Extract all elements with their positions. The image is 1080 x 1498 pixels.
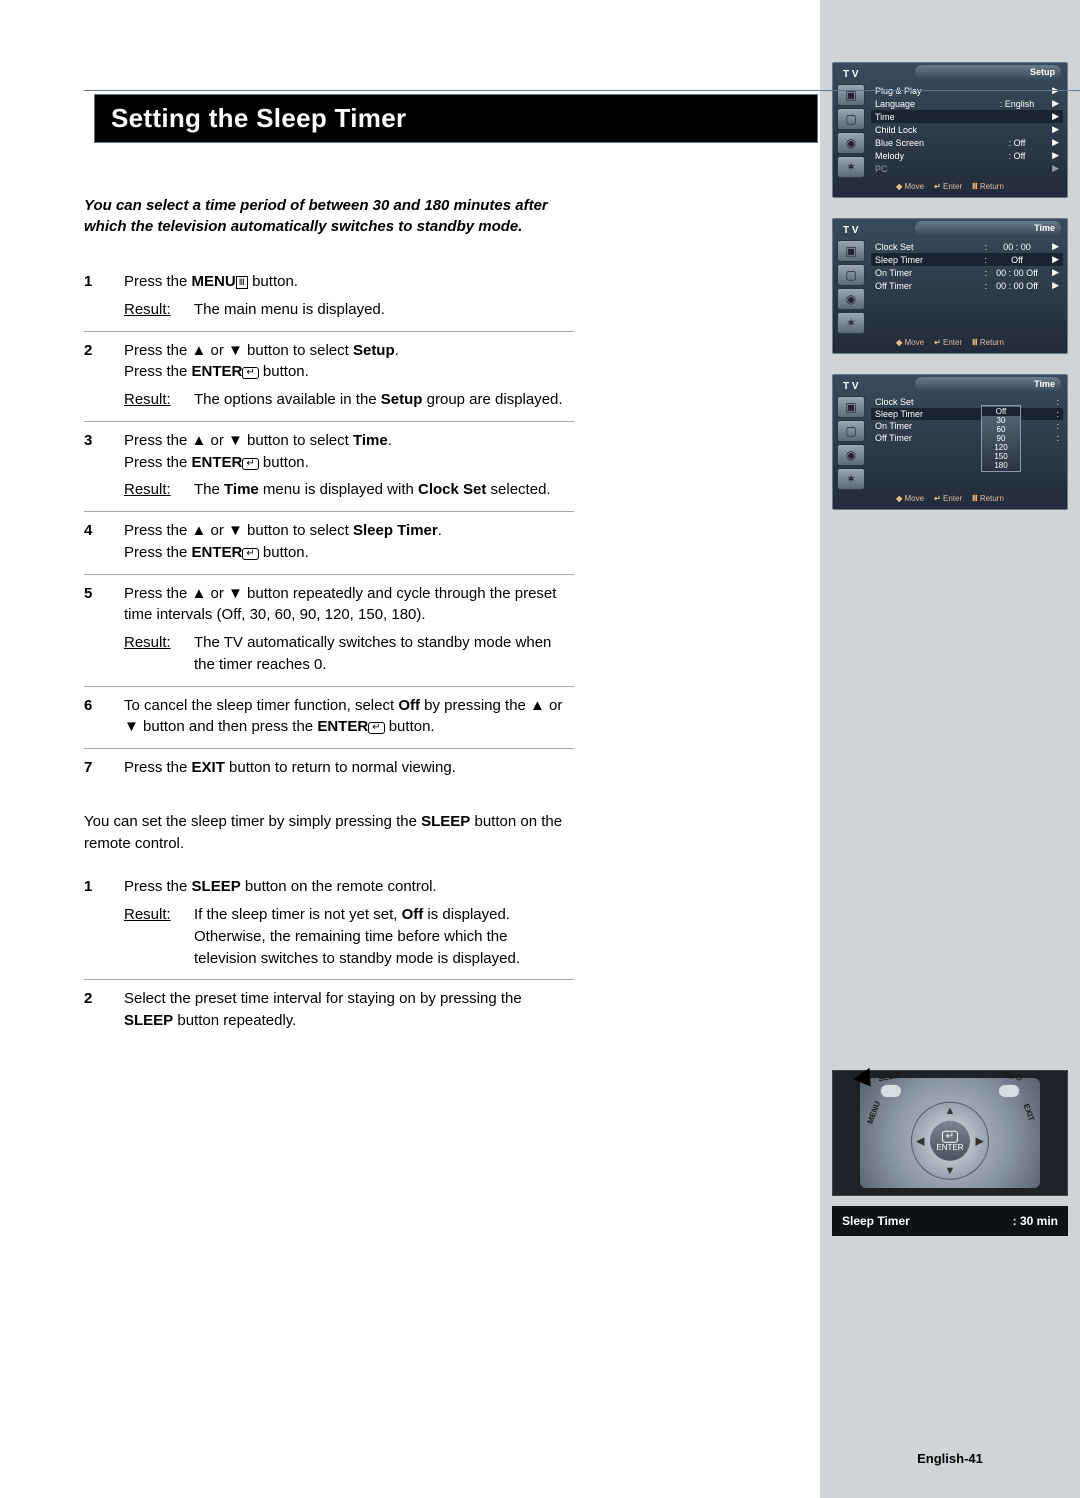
page-title: Setting the Sleep Timer <box>111 103 801 134</box>
osd-icon: ◉ <box>837 132 865 154</box>
bar-value: : 30 min <box>1013 1214 1058 1228</box>
osd-icon: ▣ <box>837 240 865 262</box>
osd-icon: ✶ <box>837 156 865 178</box>
osd-icon: ◉ <box>837 444 865 466</box>
alt-step: 1 Press the SLEEP button on the remote c… <box>84 872 574 980</box>
osd-tv-label: T V <box>843 69 859 80</box>
sleep-button <box>880 1084 902 1098</box>
sleep-timer-osd-bar: Sleep Timer : 30 min <box>832 1206 1068 1236</box>
osd-list: Clock Set:00 : 00▶ Sleep Timer:Off▶ On T… <box>871 240 1063 334</box>
osd-icon: ▢ <box>837 108 865 130</box>
osd-icon: ◉ <box>837 288 865 310</box>
enter-icon: ↵ <box>242 458 258 470</box>
instructions-column: You can select a time period of between … <box>84 195 574 1046</box>
step: 4 Press the ▲ or ▼ button to select Slee… <box>84 516 574 575</box>
header-rule <box>84 90 1080 91</box>
osd-time-popup-panel: T V Time ▣ ▢ ◉ ✶ Clock Set: Sleep Timer:… <box>832 374 1068 510</box>
osd-tv-label: T V <box>843 381 859 392</box>
menu-icon: Ⅲ <box>236 276 248 289</box>
osd-icon: ✶ <box>837 312 865 334</box>
page-number: English-41 <box>820 1451 1080 1466</box>
step: 5 Press the ▲ or ▼ button repeatedly and… <box>84 579 574 687</box>
osd-title: Setup <box>1030 67 1055 77</box>
osd-icon: ▢ <box>837 420 865 442</box>
osd-time-panel: T V Time ▣ ▢ ◉ ✶ Clock Set:00 : 00▶ Slee… <box>832 218 1068 354</box>
dpad: ▲ ▼ ◀ ▶ ↵ ENTER <box>911 1102 989 1180</box>
alt-step: 2 Select the preset time interval for st… <box>84 984 574 1042</box>
enter-icon: ↵ <box>368 722 384 734</box>
osd-icon: ▢ <box>837 264 865 286</box>
page-title-band: Setting the Sleep Timer <box>94 94 818 143</box>
step: 7 Press the EXIT button to return to nor… <box>84 753 574 789</box>
osd-icon: ▣ <box>837 84 865 106</box>
intro-text: You can select a time period of between … <box>84 195 574 237</box>
step: 2 Press the ▲ or ▼ button to select Setu… <box>84 336 574 422</box>
osd-tv-label: T V <box>843 225 859 236</box>
osd-list: Clock Set: Sleep Timer: On Timer: Off Ti… <box>871 396 1063 490</box>
sidebar-illustrations: T V Setup ▣ ▢ ◉ ✶ Plug & Play▶ Language:… <box>820 0 1080 1498</box>
enter-icon: ↵ <box>242 548 258 560</box>
sleep-timer-popup: Off 30 60 90 120 150 180 <box>981 405 1021 472</box>
note-text: You can set the sleep timer by simply pr… <box>84 811 574 855</box>
step: 3 Press the ▲ or ▼ button to select Time… <box>84 426 574 512</box>
step: 6 To cancel the sleep timer function, se… <box>84 691 574 750</box>
osd-title: Time <box>1034 223 1055 233</box>
enter-icon: ↵ <box>242 367 258 379</box>
highlight-arrow-icon <box>853 1068 879 1093</box>
enter-button: ↵ ENTER <box>930 1121 970 1161</box>
osd-setup-panel: T V Setup ▣ ▢ ◉ ✶ Plug & Play▶ Language:… <box>832 62 1068 198</box>
osd-list: Plug & Play▶ Language: English▶ Time▶ Ch… <box>871 84 1063 178</box>
info-button <box>998 1084 1020 1098</box>
step: 1 Press the MENUⅢ button. Result: The ma… <box>84 267 574 332</box>
osd-title: Time <box>1034 379 1055 389</box>
osd-icon: ▣ <box>837 396 865 418</box>
remote-illustration: SLEEP INFO MENU EXIT ▲ ▼ ◀ ▶ ↵ ENTER <box>832 1070 1068 1196</box>
bar-label: Sleep Timer <box>842 1214 910 1228</box>
osd-icon: ✶ <box>837 468 865 490</box>
